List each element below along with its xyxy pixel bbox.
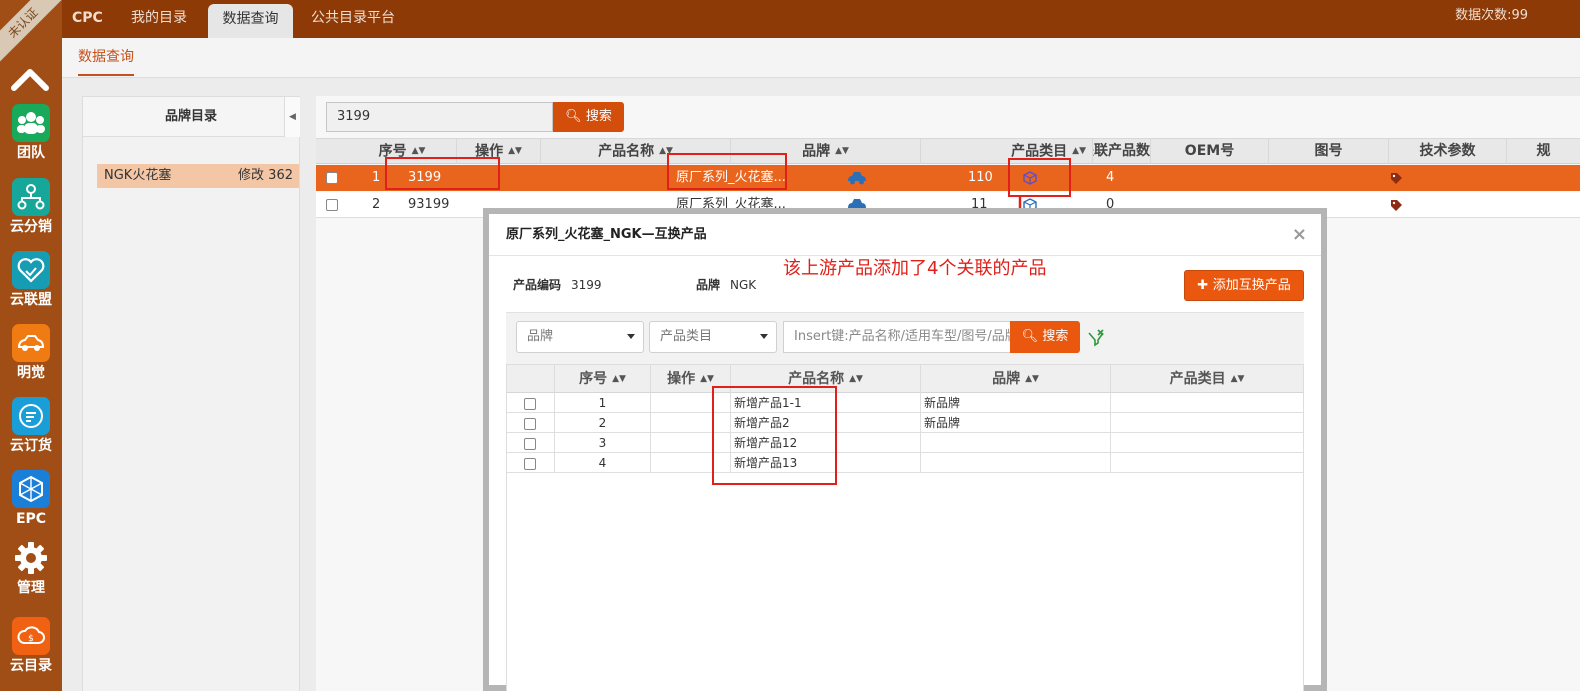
table-row[interactable]: 3 新增产品12 [507, 433, 1303, 453]
col-related-count[interactable]: 关联产品数 [1092, 139, 1150, 164]
sidebar-item-catalog[interactable]: $ 云目录 [0, 617, 62, 675]
close-icon[interactable]: × [1292, 214, 1307, 256]
table-row[interactable]: 1 新增产品1-1 新品牌 [507, 393, 1303, 413]
interchange-products-modal: 原厂系列_火花塞_NGK—互换产品 × 产品编码 3199 品牌 NGK ✚ 添加互… [483, 208, 1327, 691]
unverified-badge: 未认证 [0, 0, 62, 70]
sidebar-item-team[interactable]: 团队 [0, 104, 62, 162]
team-icon [12, 104, 50, 142]
modal-grid: 序号 ▲▼ 操作 ▲▼ 产品名称 ▲▼ 品牌 ▲▼ 产品类目 ▲▼ 1 新增产品1-1 新… [506, 364, 1304, 691]
category-count: 110 [968, 170, 993, 185]
catalog-icon: $ [12, 617, 50, 655]
modal-title: 原厂系列_火花塞_NGK—互换产品 [506, 227, 707, 242]
nav-data-query[interactable]: 数据查询 [208, 4, 293, 38]
left-sidebar: 未认证 团队 云分销 云联盟 明觉 云订货 EPC 管理 $ 云目录 [0, 0, 62, 691]
chevron-down-icon [627, 334, 635, 339]
sub-tab-bar: 数据查询 [62, 38, 1580, 78]
nav-my-catalog[interactable]: 我的目录 [131, 0, 187, 38]
brand-name: 新品牌 [920, 413, 1110, 433]
modal-search-input[interactable]: Insert键:产品名称/适用车型/图号/品牌 [783, 321, 1011, 353]
brand-car-icon[interactable] [846, 165, 868, 191]
search-icon: 🔍︎ [1021, 329, 1043, 344]
row-checkbox[interactable] [524, 418, 536, 430]
col-category[interactable]: 产品类目 ▲▼ [1110, 365, 1303, 393]
sidebar-item-mingjue[interactable]: 明觉 [0, 324, 62, 382]
row-checkbox[interactable] [524, 458, 536, 470]
annotation-text: 该上游产品添加了4个关联的产品 [783, 258, 1047, 279]
col-tech-params[interactable]: 技术参数 [1388, 139, 1506, 164]
row-checkbox[interactable] [326, 199, 338, 211]
highlight-box-code [385, 157, 500, 190]
order-icon [12, 397, 50, 435]
search-input[interactable]: 3199 [326, 102, 553, 132]
alliance-icon [12, 251, 50, 289]
svg-text:$: $ [28, 634, 34, 644]
highlight-box-products [712, 386, 837, 485]
sidebar-item-epc[interactable]: EPC [0, 470, 62, 528]
epc-icon [12, 470, 50, 508]
brand-item-name: NGK火花塞 [104, 168, 172, 183]
brand-panel-header: 品牌目录 ◀ [83, 97, 300, 137]
sidebar-item-distribution[interactable]: 云分销 [0, 178, 62, 236]
brand-name [920, 433, 1110, 453]
brand-panel-title: 品牌目录 [164, 109, 217, 124]
modal-header: 原厂系列_火花塞_NGK—互换产品 × [489, 214, 1321, 256]
plus-icon: ✚ [1197, 278, 1213, 293]
clear-filter-icon[interactable] [1086, 327, 1106, 351]
brand-info: 品牌 NGK [696, 278, 757, 292]
chevron-down-icon [760, 334, 768, 339]
search-button[interactable]: 🔍︎ 搜索 [553, 102, 624, 132]
sidebar-item-manage[interactable]: 管理 [0, 539, 62, 597]
brand-name [920, 453, 1110, 473]
product-code-info: 产品编码 3199 [513, 278, 602, 292]
table-row[interactable]: 1 3199 原厂系列_火花塞... 110 4 [316, 165, 1580, 191]
tag-icon[interactable] [1390, 165, 1403, 191]
grid-header: 序号▲▼ 操作▲▼ 产品名称▲▼ 品牌▲▼ 产品类目▲▼ 关联产品数 OEM号 … [316, 138, 1580, 164]
tag-icon[interactable] [1390, 192, 1403, 218]
search-icon: 🔍︎ [565, 109, 586, 124]
product-code: 93199 [408, 197, 450, 212]
sidebar-item-order[interactable]: 云订货 [0, 397, 62, 455]
modal-filter-bar: 品牌 产品类目 Insert键:产品名称/适用车型/图号/品牌 🔍︎ 搜索 [506, 312, 1304, 364]
col-brand[interactable]: 品牌 ▲▼ [920, 365, 1110, 393]
col-no[interactable]: 序号 ▲▼ [554, 365, 650, 393]
table-row[interactable]: 4 新增产品13 [507, 453, 1303, 473]
tab-data-query[interactable]: 数据查询 [78, 38, 134, 76]
col-drawing[interactable]: 图号 [1268, 139, 1388, 164]
sidebar-item-alliance[interactable]: 云联盟 [0, 251, 62, 309]
brand-item-edit[interactable]: 修改 362 [238, 164, 293, 188]
table-row[interactable]: 2 新增产品2 新品牌 [507, 413, 1303, 433]
nav-public-catalog[interactable]: 公共目录平台 [311, 0, 395, 38]
brand-name: 新品牌 [920, 393, 1110, 413]
nav-cpc[interactable]: CPC [72, 0, 103, 38]
brand-catalog-panel: 品牌目录 ◀ NGK火花塞 修改 362 [82, 96, 300, 691]
brand-item-ngk[interactable]: NGK火花塞 修改 362 [97, 164, 299, 188]
top-navigation-bar: CPC 我的目录 数据查询 公共目录平台 数据次数:99 [62, 0, 1580, 38]
gear-icon [12, 539, 50, 577]
query-counter: 数据次数:99 [1455, 8, 1528, 23]
highlight-box-category [1008, 158, 1071, 197]
modal-grid-header: 序号 ▲▼ 操作 ▲▼ 产品名称 ▲▼ 品牌 ▲▼ 产品类目 ▲▼ [507, 365, 1303, 393]
car-icon [12, 324, 50, 362]
add-interchange-button[interactable]: ✚ 添加互换产品 [1184, 270, 1304, 301]
modal-search-button[interactable]: 🔍︎ 搜索 [1010, 321, 1080, 353]
col-spec[interactable]: 规 [1506, 139, 1580, 164]
collapse-up-icon[interactable] [10, 64, 50, 94]
brand-select[interactable]: 品牌 [516, 321, 644, 353]
row-checkbox[interactable] [524, 438, 536, 450]
related-count: 4 [1106, 170, 1115, 185]
collapse-left-icon[interactable]: ◀ [284, 97, 300, 137]
col-oem[interactable]: OEM号 [1150, 139, 1268, 164]
row-checkbox[interactable] [524, 398, 536, 410]
category-select[interactable]: 产品类目 [649, 321, 777, 353]
distribution-icon [12, 178, 50, 216]
highlight-box-name [667, 153, 787, 190]
row-checkbox[interactable] [326, 172, 338, 184]
